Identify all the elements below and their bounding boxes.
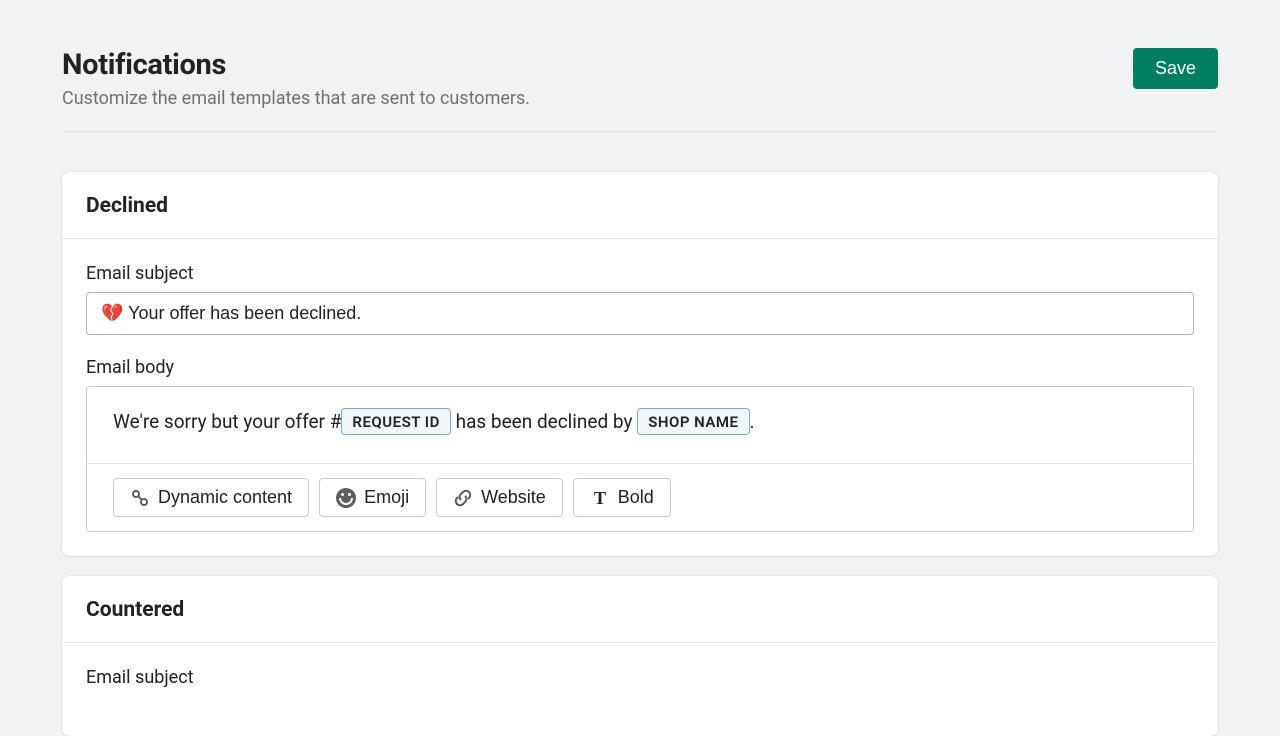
declined-body-label: Email body [86,357,1194,378]
declined-subject-label: Email subject [86,263,1194,284]
save-button[interactable]: Save [1133,48,1218,89]
bold-label: Bold [618,487,654,508]
bold-button[interactable]: T Bold [573,478,671,517]
dynamic-content-icon [130,488,150,508]
page-subtitle: Customize the email templates that are s… [62,88,530,109]
card-countered: Countered Email subject [62,576,1218,736]
emoji-button[interactable]: Emoji [319,478,426,517]
emoji-label: Emoji [364,487,409,508]
token-request-id[interactable]: REQUEST ID [341,408,450,435]
card-countered-title: Countered [86,598,1194,622]
svg-text:T: T [594,488,606,508]
page-title: Notifications [62,48,530,82]
declined-body-content[interactable]: We're sorry but your offer #REQUEST ID h… [87,387,1193,464]
header-divider [62,131,1218,132]
body-text: . [750,410,755,433]
declined-body-editor: We're sorry but your offer #REQUEST ID h… [86,386,1194,532]
link-icon [453,488,473,508]
website-button[interactable]: Website [436,478,563,517]
card-declined-title: Declined [86,194,1194,218]
bold-icon: T [590,488,610,508]
dynamic-content-label: Dynamic content [158,487,292,508]
body-text: We're sorry but your offer # [113,410,341,433]
declined-subject-input[interactable] [86,292,1194,335]
dynamic-content-button[interactable]: Dynamic content [113,478,309,517]
token-shop-name[interactable]: SHOP NAME [637,408,749,435]
emoji-icon [336,488,356,508]
card-declined: Declined Email subject Email body We're … [62,172,1218,556]
website-label: Website [481,487,546,508]
body-text: has been declined by [451,410,637,433]
countered-subject-label: Email subject [86,667,1194,688]
editor-toolbar: Dynamic content Emoji Website [87,464,1193,531]
